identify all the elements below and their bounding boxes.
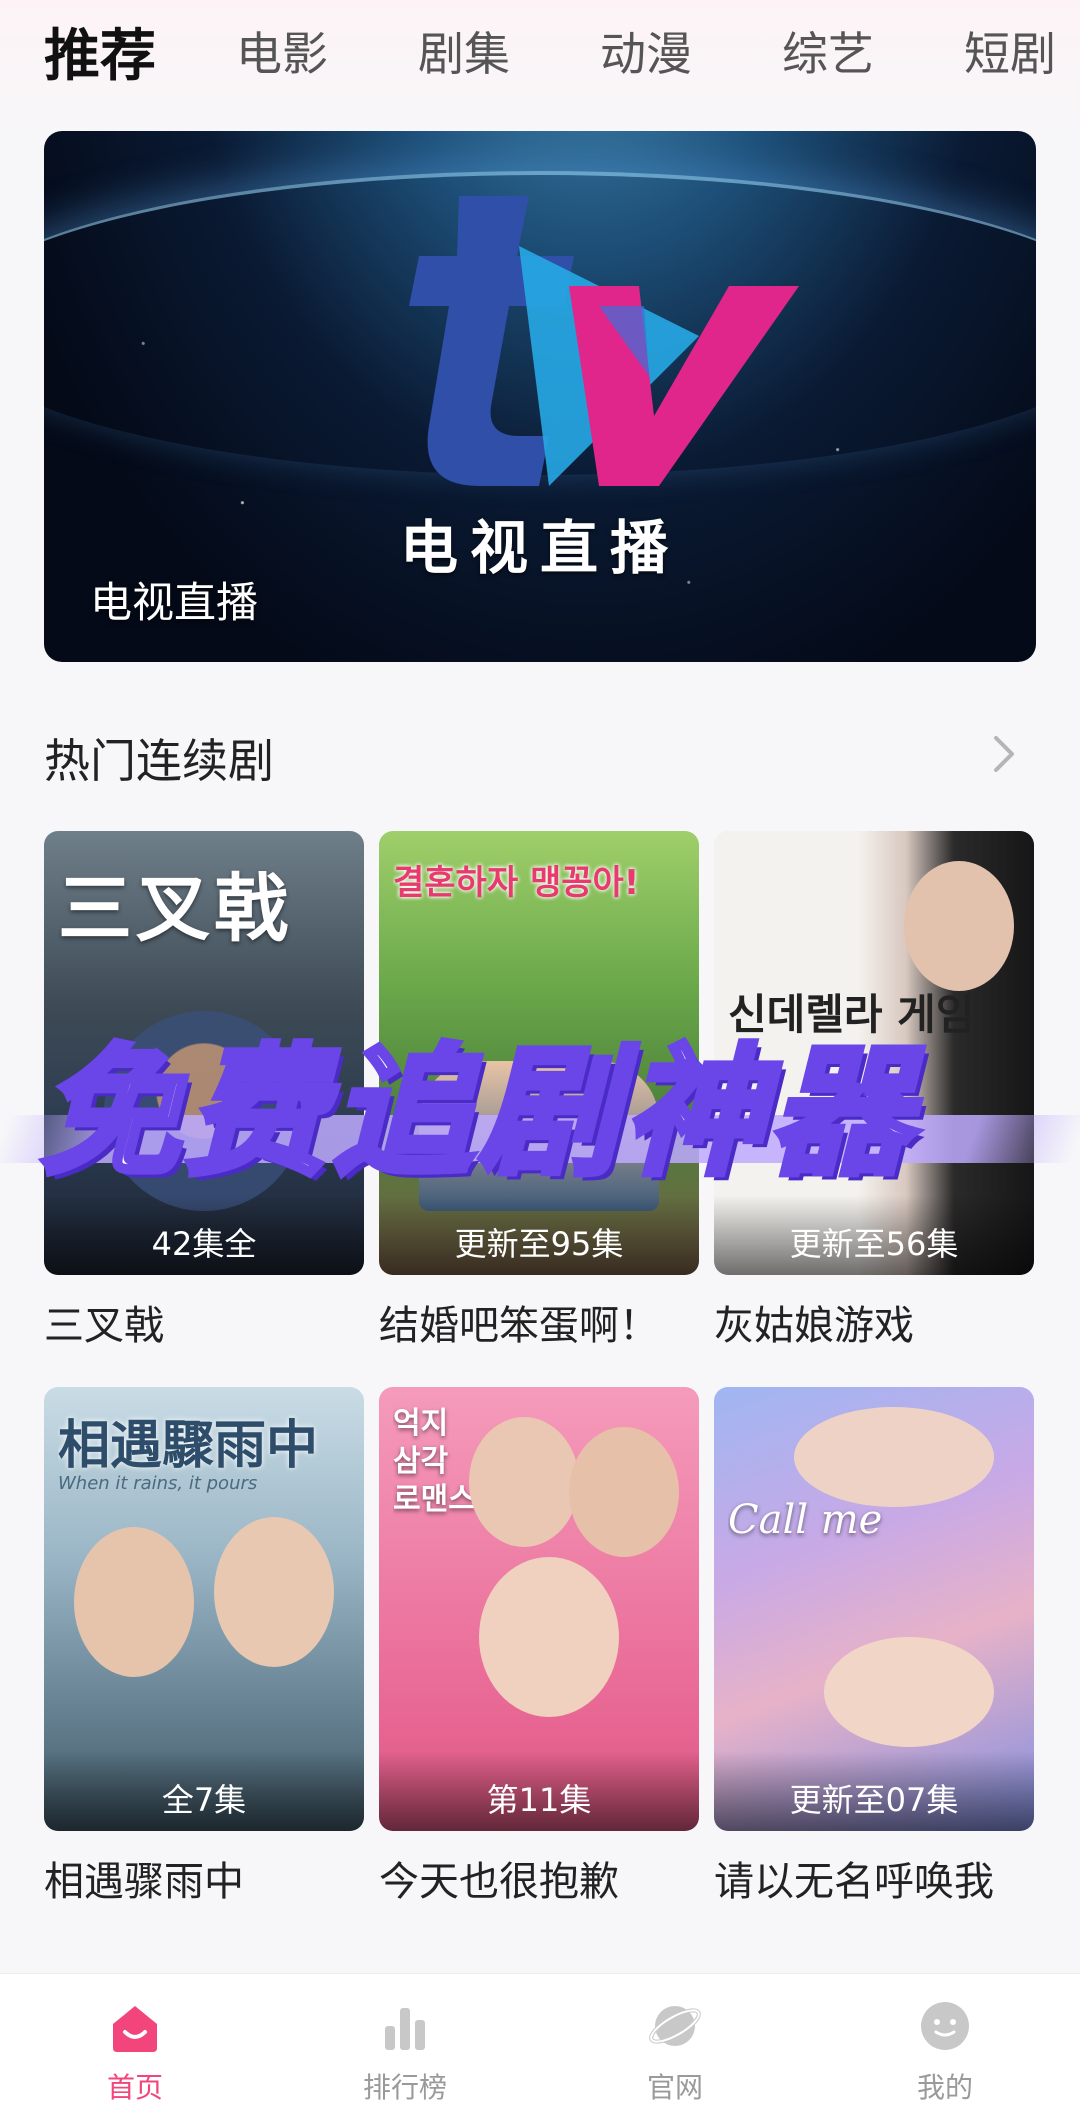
show-card[interactable]: Call me 更新至07集 请以无名呼唤我 xyxy=(714,1387,1034,1907)
poster-figure xyxy=(794,1407,994,1507)
chevron-right-icon[interactable] xyxy=(984,730,1024,778)
nav-profile[interactable]: 我的 xyxy=(810,1974,1080,2127)
show-title[interactable]: 结婚吧笨蛋啊！ xyxy=(379,1293,699,1351)
show-title[interactable]: 相遇骤雨中 xyxy=(44,1849,364,1907)
poster-title-art: 三叉戟 xyxy=(58,866,292,952)
poster-image[interactable]: Call me 更新至07集 xyxy=(714,1387,1034,1831)
poster-figure xyxy=(214,1517,334,1667)
poster-figure xyxy=(479,1557,619,1717)
bottom-navigation: 首页 排行榜 官网 我的 xyxy=(0,1973,1080,2127)
poster-image[interactable]: 억지 삼각 로맨스 第11集 xyxy=(379,1387,699,1831)
nav-label: 我的 xyxy=(916,2071,973,2104)
bar-chart-icon xyxy=(385,2008,425,2050)
episode-badge: 更新至07集 xyxy=(714,1751,1034,1831)
show-title[interactable]: 今天也很抱歉 xyxy=(379,1849,699,1907)
poster-figure xyxy=(469,1417,579,1547)
show-title[interactable]: 请以无名呼唤我 xyxy=(714,1849,1034,1907)
tab-series[interactable]: 剧集 xyxy=(418,18,510,84)
section-title: 热门连续剧 xyxy=(44,734,274,788)
poster-figure xyxy=(824,1637,994,1747)
home-icon xyxy=(113,2006,157,2052)
planet-icon xyxy=(649,2006,701,2046)
show-card[interactable]: 相遇驟雨中 When it rains, it pours 全7集 相遇骤雨中 xyxy=(44,1387,364,1907)
poster-title-art: 억지 삼각 로맨스 xyxy=(393,1406,476,1517)
tab-movies[interactable]: 电影 xyxy=(236,18,328,84)
poster-title-art: 결혼하자 맹꽁아! xyxy=(393,863,640,903)
profile-face-icon xyxy=(921,2002,969,2050)
app-screen: 推荐 电影 剧集 动漫 综艺 短剧 电视直播 电视直播 热门连续剧 三叉戟 42… xyxy=(0,0,1080,2127)
poster-title-art: 相遇驟雨中 xyxy=(58,1416,319,1476)
tab-variety[interactable]: 综艺 xyxy=(782,18,874,84)
episode-badge: 更新至95集 xyxy=(379,1195,699,1275)
show-title[interactable]: 灰姑娘游戏 xyxy=(714,1293,1034,1351)
poster-image[interactable]: 相遇驟雨中 When it rains, it pours 全7集 xyxy=(44,1387,364,1831)
nav-official-site[interactable]: 官网 xyxy=(540,1974,810,2127)
nav-label: 排行榜 xyxy=(362,2071,447,2104)
episode-badge: 第11集 xyxy=(379,1751,699,1831)
nav-home[interactable]: 首页 xyxy=(0,1974,270,2127)
poster-figure xyxy=(904,861,1014,991)
tab-recommend[interactable]: 推荐 xyxy=(44,11,156,92)
tab-short-drama[interactable]: 短剧 xyxy=(964,18,1056,84)
promo-overlay-text: 免费追剧神器 xyxy=(37,1029,917,1198)
nav-ranking[interactable]: 排行榜 xyxy=(270,1974,540,2127)
nav-label: 官网 xyxy=(646,2071,703,2104)
live-tv-banner[interactable]: 电视直播 电视直播 xyxy=(44,131,1036,662)
nav-label: 首页 xyxy=(106,2071,163,2104)
poster-figure xyxy=(74,1527,194,1677)
show-card[interactable]: 억지 삼각 로맨스 第11集 今天也很抱歉 xyxy=(379,1387,699,1907)
category-tabs: 推荐 电影 剧集 动漫 综艺 短剧 xyxy=(44,16,1080,89)
show-title[interactable]: 三叉戟 xyxy=(44,1293,364,1351)
episode-badge: 全7集 xyxy=(44,1751,364,1831)
tab-anime[interactable]: 动漫 xyxy=(600,18,692,84)
episode-badge: 更新至56集 xyxy=(714,1195,1034,1275)
banner-label: 电视直播 xyxy=(90,578,259,627)
episode-badge: 42集全 xyxy=(44,1195,364,1275)
poster-figure xyxy=(569,1427,679,1557)
poster-subtitle: When it rains, it pours xyxy=(58,1473,258,1494)
tv-logo-icon xyxy=(409,196,799,486)
